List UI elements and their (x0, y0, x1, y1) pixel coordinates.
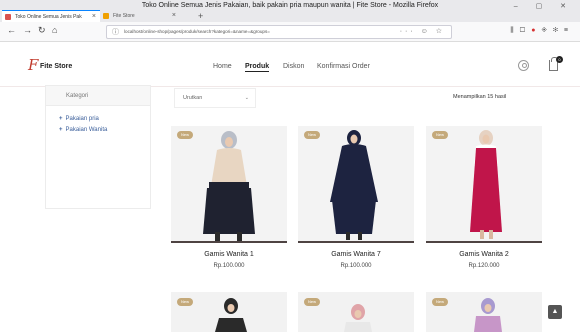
library-icon[interactable]: ⫼ (510, 27, 519, 34)
new-badge: New (432, 298, 449, 306)
extension-icon[interactable]: ◈ (541, 27, 553, 34)
product-name[interactable]: Gamis Wanita 1 (171, 251, 287, 258)
site-header: F Fite Store Home Produk Diskon Konfirma… (0, 43, 580, 87)
sort-label: Urutkan (183, 95, 203, 101)
tab-label: Fite Store (113, 13, 135, 19)
addon-icon[interactable]: ● (531, 27, 541, 34)
menu-home[interactable]: Home (213, 63, 232, 70)
plus-icon: + (59, 116, 63, 122)
menu-icon[interactable]: ≡ (564, 27, 574, 34)
tab-label: Toko Online Semua Jenis Pak (15, 14, 82, 20)
home-icon[interactable]: ⌂ (52, 25, 57, 35)
category-pakaian-wanita[interactable]: + Pakaian Wanita (59, 127, 107, 133)
card-divider (171, 241, 287, 243)
arrow-up-icon: ▲ (551, 308, 559, 315)
product-name[interactable]: Gamis Wanita 2 (426, 251, 542, 258)
user-icon[interactable] (518, 60, 529, 71)
browser-titlebar: Toko Online Semua Jenis Pakaian, baik pa… (0, 0, 580, 22)
results-count: Menampilkan 15 hasil (453, 94, 507, 100)
site-favicon-icon (103, 13, 109, 19)
product-price: Rp.120.000 (468, 263, 500, 269)
product-card[interactable]: New (426, 292, 542, 332)
settings-icon[interactable]: ✻ (553, 27, 564, 34)
sidebar-title: Kategori (46, 86, 150, 106)
new-badge: New (177, 298, 194, 306)
reload-icon[interactable]: ↻ (38, 25, 46, 36)
back-icon[interactable]: ← (7, 25, 16, 35)
product-card[interactable]: New (298, 292, 414, 332)
card-divider (426, 241, 542, 243)
product-price: Rp.100.000 (213, 263, 245, 269)
product-price: Rp.100.000 (340, 263, 372, 269)
new-badge: New (304, 298, 321, 306)
page-actions-icon[interactable]: ··· ☺ ☆ (400, 27, 445, 35)
tab-toko-online[interactable]: Toko Online Semua Jenis Pak × (2, 10, 100, 22)
sort-select[interactable]: Urutkan ⌄ (174, 88, 256, 108)
plus-icon: + (59, 127, 63, 133)
tab-fite-store[interactable]: Fite Store × (100, 10, 180, 22)
new-badge: New (432, 131, 449, 139)
browser-navbar: ← → ↻ ⌂ ⓘ localhost/online-shop/pages/pr… (0, 22, 580, 42)
cart-count-badge: 0 (556, 56, 563, 63)
new-badge: New (177, 131, 194, 139)
card-divider (298, 241, 414, 243)
menu-konfirmasi-order[interactable]: Konfirmasi Order (317, 63, 370, 70)
address-bar[interactable]: ⓘ localhost/online-shop/pages/produk/sea… (106, 25, 452, 39)
window-controls[interactable]: – ▢ ✕ (514, 2, 574, 10)
product-image[interactable]: New (426, 126, 542, 241)
product-name[interactable]: Gamis Wanita 7 (298, 251, 414, 258)
menu-produk[interactable]: Produk (245, 63, 270, 72)
site-favicon-icon (5, 14, 11, 20)
logo-text[interactable]: Fite Store (40, 63, 72, 70)
category-sidebar: Kategori + Pakaian pria + Pakaian Wanita (45, 85, 151, 209)
new-tab-button[interactable]: + (198, 10, 203, 22)
browser-toolbar-icons[interactable]: ⫼▢●◈✻≡ (510, 27, 574, 35)
forward-icon[interactable]: → (23, 25, 32, 35)
close-tab-icon[interactable]: × (172, 10, 176, 22)
product-card[interactable]: New (171, 292, 287, 332)
logo-icon[interactable]: F (28, 56, 38, 74)
category-label: Pakaian Wanita (65, 127, 108, 133)
sidebar-icon[interactable]: ▢ (520, 27, 532, 34)
product-image[interactable]: New (298, 126, 414, 241)
scroll-to-top-button[interactable]: ▲ (548, 305, 562, 319)
window-title: Toko Online Semua Jenis Pakaian, baik pa… (141, 2, 439, 9)
chevron-down-icon: ⌄ (244, 95, 249, 101)
category-pakaian-pria[interactable]: + Pakaian pria (59, 116, 99, 122)
menu-diskon[interactable]: Diskon (283, 63, 304, 70)
category-label: Pakaian pria (65, 116, 99, 122)
new-badge: New (304, 131, 321, 139)
url-text: localhost/online-shop/pages/produk/searc… (124, 29, 270, 34)
info-icon[interactable]: ⓘ (112, 27, 119, 37)
product-image[interactable]: New (171, 126, 287, 241)
